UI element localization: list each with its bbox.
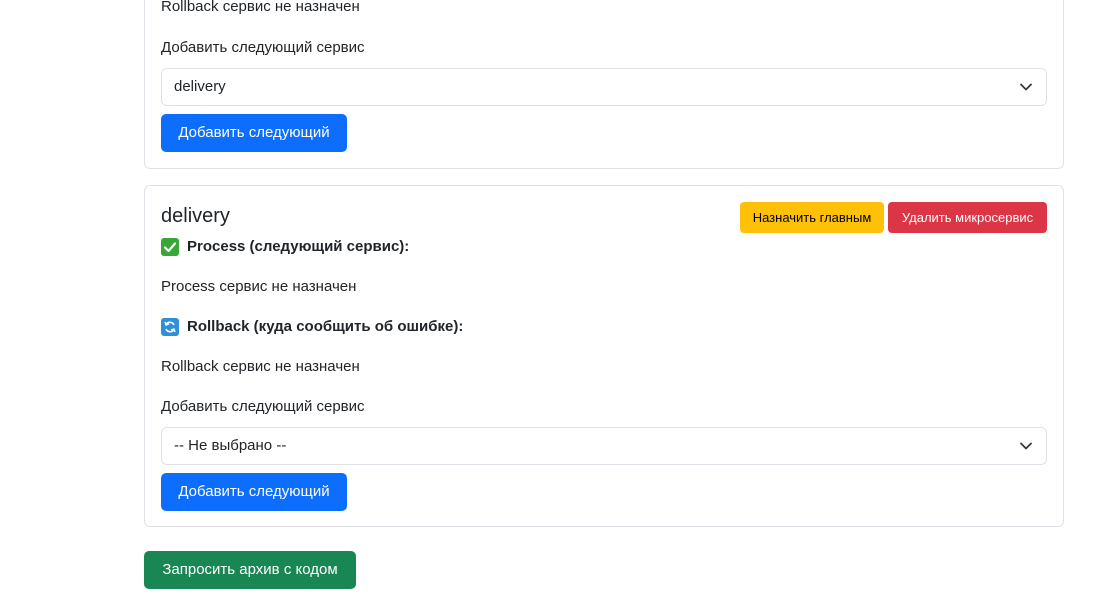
- rollback-heading: Rollback (куда сообщить об ошибке):: [161, 317, 463, 337]
- service-title: delivery: [161, 205, 230, 227]
- delete-microservice-button[interactable]: Удалить микросервис: [888, 202, 1047, 233]
- rollback-status-text: Rollback сервис не назначен: [161, 358, 360, 375]
- add-next-button[interactable]: Добавить следующий: [161, 114, 347, 152]
- set-main-button[interactable]: Назначить главным: [740, 202, 884, 233]
- request-archive-button[interactable]: Запросить архив с кодом: [144, 551, 356, 589]
- refresh-icon: [161, 318, 179, 336]
- process-status-text: Process сервис не назначен: [161, 278, 357, 295]
- rollback-status-text: Rollback сервис не назначен: [161, 0, 360, 15]
- rollback-heading-text: Rollback (куда сообщить об ошибке):: [187, 318, 464, 335]
- add-next-button[interactable]: Добавить следующий: [161, 473, 347, 511]
- chevron-down-icon: [1020, 442, 1032, 450]
- select-value: -- Не выбрано --: [174, 437, 287, 454]
- add-next-service-label: Добавить следующий сервис: [161, 39, 365, 56]
- process-heading: Process (следующий сервис):: [161, 237, 409, 257]
- process-heading-text: Process (следующий сервис):: [187, 238, 410, 255]
- next-service-select[interactable]: delivery: [161, 68, 1047, 106]
- page: Rollback сервис не назначен Добавить сле…: [0, 0, 1093, 609]
- chevron-down-icon: [1020, 83, 1032, 91]
- next-service-select[interactable]: -- Не выбрано --: [161, 427, 1047, 465]
- select-value: delivery: [174, 78, 226, 95]
- add-next-service-label: Добавить следующий сервис: [161, 398, 365, 415]
- service-card-delivery: delivery Назначить главным Удалить микро…: [144, 185, 1064, 527]
- service-card-previous: Rollback сервис не назначен Добавить сле…: [144, 0, 1064, 169]
- check-mark-icon: [161, 238, 179, 256]
